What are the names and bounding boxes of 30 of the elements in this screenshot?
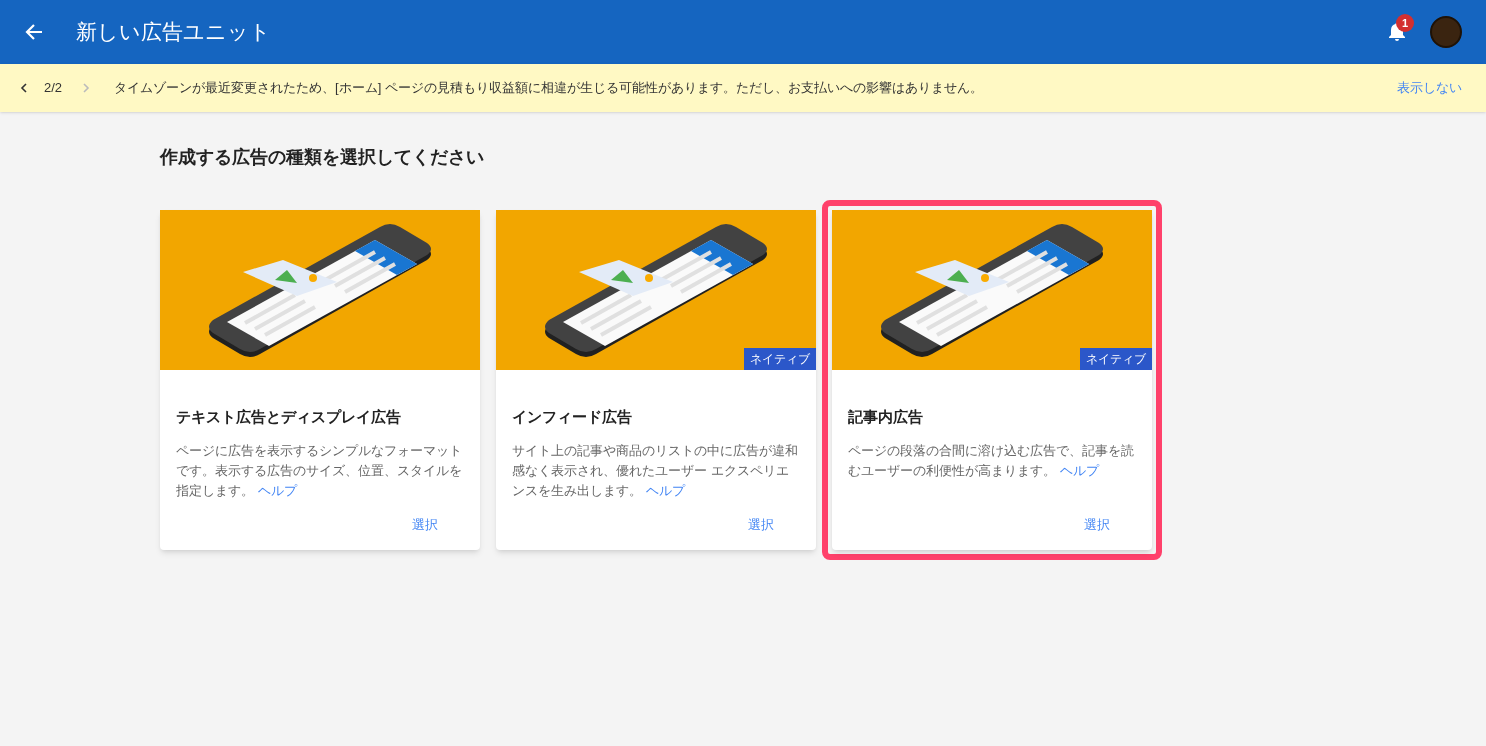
ad-type-card[interactable]: ネイティブ インフィード広告 サイト上の記事や商品のリストの中に広告が違和感なく表示され、優れたユーザー エクスペリエンスを生み出します。 ヘルプ 選択 <box>496 210 816 550</box>
card-description: ページの段落の合間に溶け込む広告で、記事を読むユーザーの利便性が高まります。 ヘルプ <box>847 441 1135 480</box>
section-heading: 作成する広告の種類を選択してください <box>160 146 485 169</box>
card-title: 記事内広告 <box>847 407 924 427</box>
back-arrow-icon <box>25 24 43 40</box>
chevron-left-icon <box>20 83 28 93</box>
notifications-button[interactable]: 1 <box>1388 14 1414 42</box>
banner-message: タイムゾーンが最近変更されたため、[ホーム] ページの見積もり収益額に相違が生じる可能性があります。ただし、お支払いへの影響はありません。 <box>114 79 983 98</box>
previous-button[interactable] <box>20 83 28 93</box>
avatar[interactable] <box>1430 16 1462 48</box>
card-title: テキスト広告とディスプレイ広告 <box>175 407 402 427</box>
help-link[interactable]: ヘルプ <box>645 482 685 498</box>
card-title: インフィード広告 <box>511 407 633 427</box>
back-button[interactable] <box>24 22 44 42</box>
chevron-right-icon <box>82 83 91 93</box>
native-tag: ネイティブ <box>1080 348 1152 370</box>
pager-count: 2/2 <box>44 79 63 98</box>
card-description: ページに広告を表示するシンプルなフォーマットです。表示する広告のサイズ、位置、スタイルを指定します。 ヘルプ <box>175 441 463 500</box>
select-button[interactable]: 選択 <box>1080 510 1114 538</box>
help-link[interactable]: ヘルプ <box>257 482 297 498</box>
notification-count: 1 <box>1396 14 1414 32</box>
help-link[interactable]: ヘルプ <box>1059 462 1099 478</box>
ad-type-card[interactable]: テキスト広告とディスプレイ広告 ページに広告を表示するシンプルなフォーマットです。表示する広告のサイズ、位置、スタイルを指定します。 ヘルプ 選択 <box>160 210 480 550</box>
ad-type-card[interactable]: ネイティブ 記事内広告 ページの段落の合間に溶け込む広告で、記事を読むユーザーの利便性が高まります。 ヘルプ 選択 <box>832 210 1152 550</box>
select-button[interactable]: 選択 <box>408 510 442 538</box>
dismiss-link[interactable]: 表示しない <box>1397 78 1462 98</box>
select-button[interactable]: 選択 <box>744 510 778 538</box>
page-title: 新しい広告ユニット <box>76 19 271 46</box>
card-description: サイト上の記事や商品のリストの中に広告が違和感なく表示され、優れたユーザー エクスペリエンスを生み出します。 ヘルプ <box>511 441 799 500</box>
native-tag: ネイティブ <box>744 348 816 370</box>
